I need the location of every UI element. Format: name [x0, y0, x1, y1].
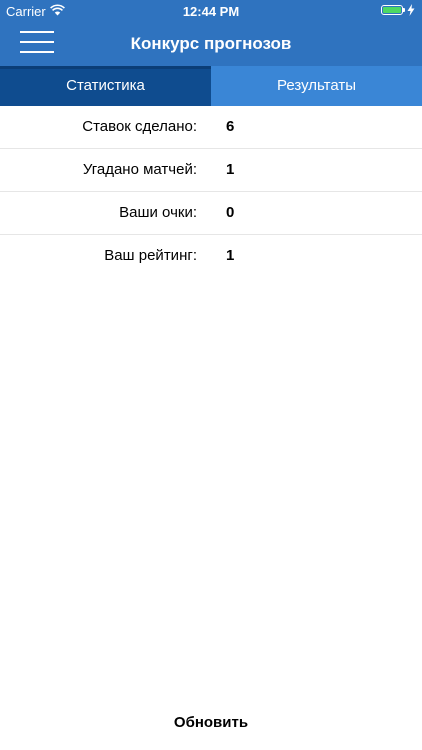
- status-time: 12:44 PM: [182, 4, 240, 19]
- stat-value: 1: [226, 161, 235, 178]
- page-title: Конкурс прогнозов: [130, 34, 292, 53]
- tab-statistics[interactable]: Статистика: [0, 66, 211, 106]
- stat-row-points: Ваши очки: 0: [0, 192, 422, 235]
- refresh-button[interactable]: Обновить: [0, 714, 422, 738]
- stat-value: 0: [226, 204, 235, 221]
- tab-active-indicator: [0, 66, 211, 69]
- battery-tip: [403, 8, 405, 12]
- stat-label: Ставок сделано:: [82, 118, 197, 135]
- stats-list: Ставок сделано: 6 Угадано матчей: 1 Ваши…: [0, 106, 422, 277]
- stat-value: 1: [226, 247, 235, 264]
- hamburger-menu-icon: [20, 31, 54, 33]
- stat-label: Угадано матчей:: [82, 161, 197, 178]
- tab-bar: Статистика Результаты: [0, 66, 422, 106]
- stat-row-rating: Ваш рейтинг: 1: [0, 235, 422, 277]
- stat-label: Ваш рейтинг:: [104, 247, 197, 264]
- tab-statistics-label: Статистика: [66, 77, 145, 94]
- battery-icon: [381, 5, 405, 15]
- bolt-icon: [407, 4, 415, 16]
- stat-label: Ваши очки:: [119, 204, 197, 221]
- battery-level-fill: [383, 7, 401, 13]
- stat-value: 6: [226, 118, 235, 135]
- app-header: Carrier 12:44 PM Конкурс прогнозов: [0, 0, 422, 66]
- status-bar: Carrier 12:44 PM: [0, 0, 422, 22]
- stat-row-bets: Ставок сделано: 6: [0, 106, 422, 149]
- stat-row-guessed: Угадано матчей: 1: [0, 149, 422, 192]
- tab-results[interactable]: Результаты: [211, 66, 422, 106]
- tab-results-label: Результаты: [277, 77, 356, 94]
